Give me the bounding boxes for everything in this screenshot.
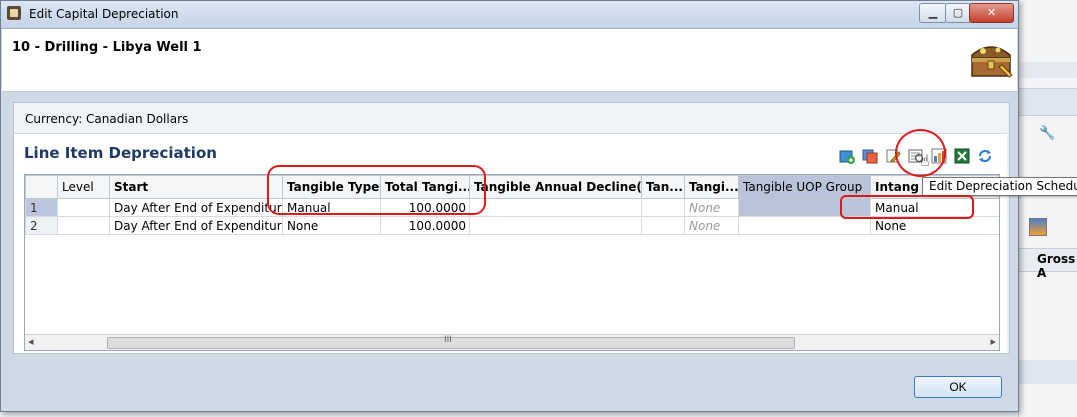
minimize-button[interactable]: ▁ <box>919 3 947 23</box>
cell-annual-decline[interactable] <box>469 216 642 235</box>
cell-tan[interactable] <box>641 198 685 217</box>
maximize-button[interactable]: ▢ <box>945 3 971 23</box>
title-bar[interactable]: Edit Capital Depreciation ▁ ▢ ✕ <box>1 1 1018 29</box>
background-right-panel: 🔧 Gross A <box>1018 0 1077 417</box>
cell-level[interactable] <box>57 216 110 235</box>
close-button[interactable]: ✕ <box>969 3 1014 23</box>
column-header-tangible-annual-decline[interactable]: Tangible Annual Decline(%) <box>469 175 642 199</box>
cell-start[interactable]: Day After End of Expenditure <box>109 198 283 217</box>
scroll-thumb[interactable]: III <box>107 335 795 349</box>
add-row-icon[interactable] <box>839 148 855 164</box>
cell-tangi[interactable]: None <box>684 198 739 217</box>
refresh-icon[interactable] <box>977 148 993 164</box>
scroll-grip-icon: III <box>444 335 452 345</box>
column-header-row-number <box>25 175 58 199</box>
cell-start[interactable]: Day After End of Expenditure <box>109 216 283 235</box>
cell-tan[interactable] <box>641 216 685 235</box>
cell-annual-decline[interactable] <box>469 198 642 217</box>
cell-uop-group[interactable] <box>738 216 871 235</box>
copy-icon[interactable] <box>862 148 878 164</box>
row-number[interactable]: 1 <box>25 198 58 217</box>
column-header-tangi[interactable]: Tangi... <box>684 175 739 199</box>
background-row <box>1019 62 1077 78</box>
highlight-tangible-columns <box>267 165 486 215</box>
background-row <box>1019 88 1077 116</box>
column-header-tan[interactable]: Tan... <box>641 175 685 199</box>
highlight-edit-schedule-icon <box>895 129 946 177</box>
background-column-header: Gross A <box>1019 248 1077 280</box>
cell-tangible-type[interactable]: None <box>282 216 381 235</box>
cell-intangible[interactable]: None <box>870 216 999 235</box>
ok-button[interactable]: OK <box>914 376 1002 398</box>
horizontal-scrollbar[interactable]: ◂ III ▸ <box>25 334 999 350</box>
treasure-chest-icon <box>971 46 1013 78</box>
dialog-header: 10 - Drilling - Libya Well 1 <box>2 29 1017 92</box>
highlight-intangible-cell <box>840 195 974 219</box>
section-title: Line Item Depreciation <box>24 144 217 162</box>
line-item-panel: Line Item Depreciation Level Start Tangi… <box>14 133 1007 353</box>
scroll-left-icon[interactable]: ◂ <box>28 335 34 348</box>
app-icon <box>7 6 21 20</box>
cell-tangi[interactable]: None <box>684 216 739 235</box>
column-header-level[interactable]: Level <box>57 175 110 199</box>
scroll-right-icon[interactable]: ▸ <box>990 335 996 348</box>
cell-total-tangible[interactable]: 100.0000 <box>380 216 470 235</box>
item-title: 10 - Drilling - Libya Well 1 <box>12 40 202 55</box>
background-chart-icon <box>1029 218 1047 236</box>
background-row <box>1019 360 1077 384</box>
currency-label: Currency: Canadian Dollars <box>25 112 189 126</box>
content-panel: Currency: Canadian Dollars Line Item Dep… <box>13 102 1010 354</box>
background-column-label: Gross A <box>1037 252 1076 280</box>
column-header-start[interactable]: Start <box>109 175 283 199</box>
tooltip: Edit Depreciation Schedule <box>922 177 1077 196</box>
background-tool-icons: 🔧 <box>1039 126 1056 141</box>
cell-level[interactable] <box>57 198 110 217</box>
window-title: Edit Capital Depreciation <box>29 7 179 21</box>
row-number[interactable]: 2 <box>25 216 58 235</box>
table-row[interactable]: 2 Day After End of Expenditure None 100.… <box>25 216 999 235</box>
excel-export-icon[interactable] <box>954 148 970 164</box>
